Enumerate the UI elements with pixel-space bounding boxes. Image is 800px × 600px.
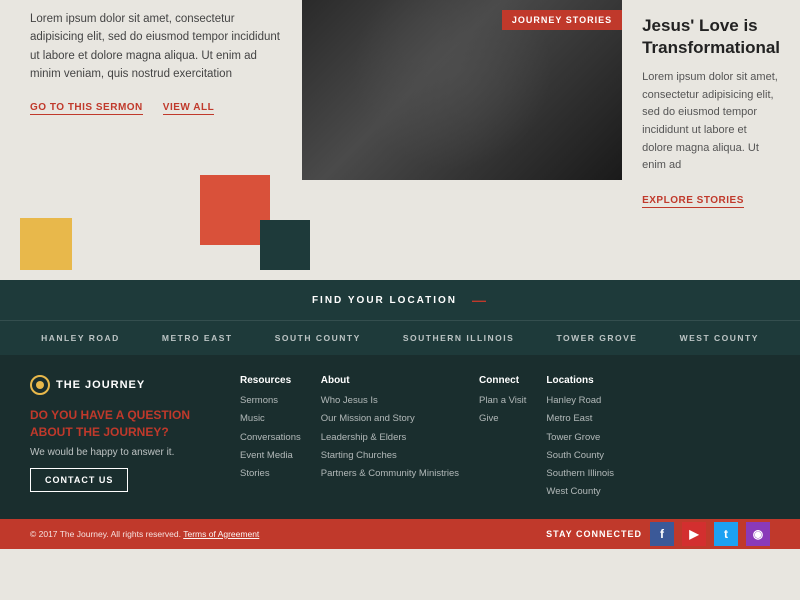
- story-title: Jesus' Love is Transformational: [642, 15, 780, 59]
- body-text: Lorem ipsum dolor sit amet, consectetur …: [30, 10, 282, 84]
- footer-top: THE JOURNEY DO YOU HAVE A QUESTION ABOUT…: [30, 375, 770, 504]
- footer-col-3: Locations Hanley Road Metro East Tower Grov…: [546, 375, 614, 504]
- footer-link-0-2[interactable]: Conversations: [240, 431, 301, 444]
- footer-col-heading-3: Locations: [546, 375, 614, 386]
- left-content: Lorem ipsum dolor sit amet, consectetur …: [0, 0, 302, 280]
- footer-link-3-0[interactable]: Hanley Road: [546, 394, 614, 407]
- footer-link-2-1[interactable]: Give: [479, 412, 526, 425]
- footer-link-1-4[interactable]: Partners & Community Ministries: [321, 467, 459, 480]
- top-section: Lorem ipsum dolor sit amet, consectetur …: [0, 0, 800, 280]
- contact-us-button[interactable]: CONTACT US: [30, 468, 128, 492]
- footer-link-3-3[interactable]: South County: [546, 449, 614, 462]
- youtube-icon[interactable]: ▶: [682, 522, 706, 546]
- journey-stories-badge: JOURNEY STORIES: [502, 10, 622, 30]
- footer-link-3-4[interactable]: Southern Illinois: [546, 467, 614, 480]
- footer-bottom: © 2017 The Journey. All rights reserved.…: [0, 519, 800, 549]
- footer-link-3-2[interactable]: Tower Grove: [546, 431, 614, 444]
- footer-col-0: Resources Sermons Music Conversations Event …: [240, 375, 301, 504]
- footer-col-heading-0: Resources: [240, 375, 301, 386]
- footer-link-0-1[interactable]: Music: [240, 412, 301, 425]
- footer: THE JOURNEY DO YOU HAVE A QUESTION ABOUT…: [0, 355, 800, 519]
- footer-col-2: Connect Plan a Visit Give: [479, 375, 526, 504]
- location-tab-hanley[interactable]: HANLEY ROAD: [41, 333, 120, 343]
- location-tab-tower[interactable]: TOWER GROVE: [556, 333, 637, 343]
- question-heading: DO YOU HAVE A QUESTION ABOUT THE JOURNEY…: [30, 407, 210, 441]
- footer-brand: THE JOURNEY DO YOU HAVE A QUESTION ABOUT…: [30, 375, 210, 504]
- footer-link-1-3[interactable]: Starting Churches: [321, 449, 459, 462]
- find-location-label: FIND YOUR LOCATION: [312, 295, 457, 306]
- right-content: JOURNEY STORIES Jesus' Love is Transform…: [302, 0, 800, 280]
- logo-icon: [30, 375, 50, 395]
- footer-link-1-2[interactable]: Leadership & Elders: [321, 431, 459, 444]
- footer-col-heading-1: About: [321, 375, 459, 386]
- footer-link-3-5[interactable]: West County: [546, 485, 614, 498]
- location-tab-west[interactable]: WEST COUNTY: [680, 333, 759, 343]
- location-tab-southern[interactable]: SOUTHERN ILLINOIS: [403, 333, 514, 343]
- footer-copyright: © 2017 The Journey. All rights reserved.…: [30, 529, 259, 539]
- footer-links: Resources Sermons Music Conversations Event …: [240, 375, 770, 504]
- story-body: Lorem ipsum dolor sit amet, consectetur …: [642, 69, 780, 175]
- footer-col-1: About Who Jesus Is Our Mission and Story Le…: [321, 375, 459, 504]
- footer-link-3-1[interactable]: Metro East: [546, 412, 614, 425]
- location-tab-south[interactable]: SOUTH COUNTY: [275, 333, 361, 343]
- sermon-links: GO TO THIS SERMON VIEW ALL: [30, 102, 282, 115]
- view-all-link[interactable]: VIEW ALL: [163, 102, 214, 115]
- footer-link-2-0[interactable]: Plan a Visit: [479, 394, 526, 407]
- story-text: Jesus' Love is Transformational Lorem ip…: [622, 0, 800, 280]
- find-location-dash: —: [472, 292, 488, 308]
- instagram-icon[interactable]: ◉: [746, 522, 770, 546]
- footer-col-heading-2: Connect: [479, 375, 526, 386]
- copyright-text: © 2017 The Journey. All rights reserved.: [30, 529, 181, 539]
- footer-link-0-0[interactable]: Sermons: [240, 394, 301, 407]
- goto-sermon-link[interactable]: GO TO THIS SERMON: [30, 102, 143, 115]
- question-sub: We would be happy to answer it.: [30, 447, 210, 458]
- find-location-bar[interactable]: FIND YOUR LOCATION —: [0, 280, 800, 320]
- stay-connected-label: STAY CONNECTED: [546, 529, 642, 539]
- yellow-square-decoration: [20, 218, 72, 270]
- location-tab-metro[interactable]: METRO EAST: [162, 333, 233, 343]
- terms-link[interactable]: Terms of Agreement: [183, 529, 259, 539]
- footer-bottom-right: STAY CONNECTED f ▶ t ◉: [546, 522, 770, 546]
- twitter-icon[interactable]: t: [714, 522, 738, 546]
- footer-link-1-0[interactable]: Who Jesus Is: [321, 394, 459, 407]
- brand-logo: THE JOURNEY: [30, 375, 210, 395]
- footer-link-1-1[interactable]: Our Mission and Story: [321, 412, 459, 425]
- brand-name: THE JOURNEY: [56, 379, 145, 391]
- footer-link-0-3[interactable]: Event Media: [240, 449, 301, 462]
- footer-link-0-4[interactable]: Stories: [240, 467, 301, 480]
- location-tabs: HANLEY ROAD METRO EAST SOUTH COUNTY SOUT…: [0, 320, 800, 355]
- explore-stories-link[interactable]: EXPLORE STORIES: [642, 195, 744, 208]
- facebook-icon[interactable]: f: [650, 522, 674, 546]
